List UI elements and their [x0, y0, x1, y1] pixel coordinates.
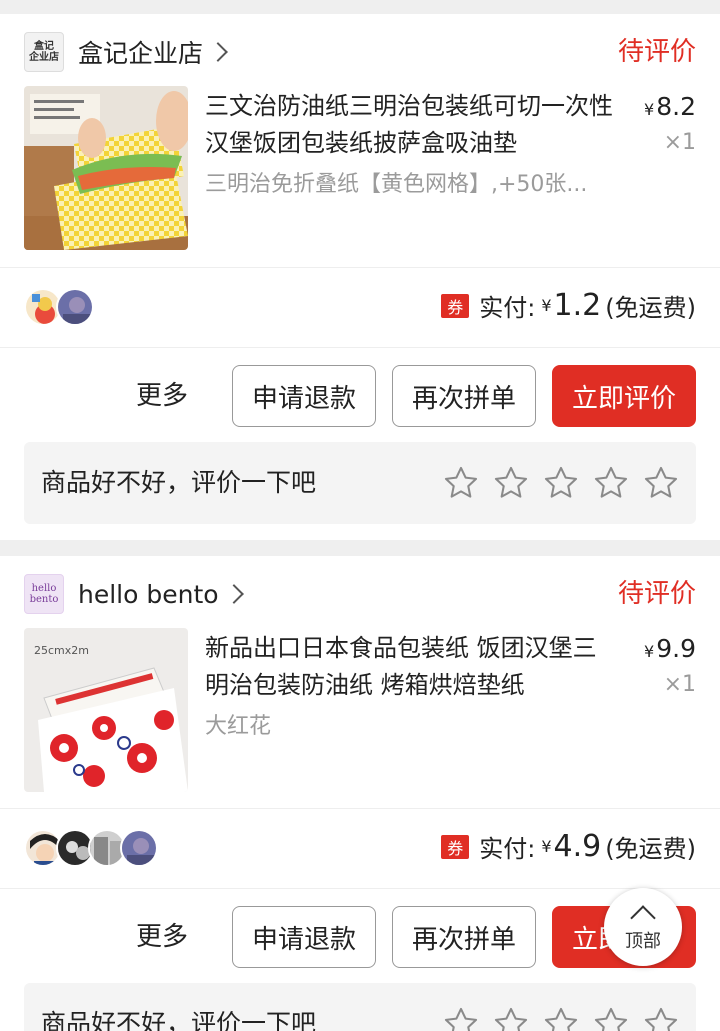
rating-prompt: 商品好不好，评价一下吧: [41, 1009, 317, 1031]
currency-symbol: ¥: [541, 296, 552, 315]
product-quantity: ×1: [663, 672, 696, 697]
divider: [0, 347, 720, 348]
divider: [0, 267, 720, 268]
shipping-note: (免运费): [605, 835, 696, 863]
star-rating[interactable]: [430, 464, 680, 502]
price-value: 9.9: [656, 634, 696, 663]
shop-name[interactable]: 盒记企业店: [78, 34, 203, 70]
divider: [0, 888, 720, 889]
star-outline-icon[interactable]: [592, 1005, 630, 1031]
currency-symbol: ¥: [644, 100, 655, 119]
star-outline-icon[interactable]: [592, 464, 630, 502]
product-title[interactable]: 三文治防油纸三明治包装纸可切一次性汉堡饭团包装纸披萨盒吸油垫: [205, 88, 615, 162]
rating-box: 商品好不好，评价一下吧: [24, 983, 696, 1031]
product-image[interactable]: [24, 86, 188, 250]
shop-logo-line: hello: [31, 583, 57, 594]
more-button[interactable]: 更多: [136, 906, 188, 968]
shipping-note: (免运费): [605, 294, 696, 322]
back-to-top-label: 顶部: [625, 931, 661, 952]
product-spec: 大红花: [205, 714, 272, 739]
star-outline-icon[interactable]: [542, 1005, 580, 1031]
shop-logo: hello bento: [24, 574, 64, 614]
shop-logo-line: bento: [29, 594, 59, 605]
star-outline-icon[interactable]: [642, 464, 680, 502]
group-avatars[interactable]: [24, 829, 158, 867]
star-outline-icon[interactable]: [492, 464, 530, 502]
currency-symbol: ¥: [541, 837, 552, 856]
chevron-right-icon: [208, 42, 228, 62]
divider: [0, 808, 720, 809]
coupon-icon: 券: [441, 834, 470, 859]
order-status: 待评价: [617, 37, 696, 67]
rating-box: 商品好不好，评价一下吧: [24, 442, 696, 524]
star-outline-icon[interactable]: [642, 1005, 680, 1031]
back-to-top-button[interactable]: 顶部: [604, 888, 682, 966]
payment-summary: 券 实付: ¥ 1.2 (免运费): [441, 288, 696, 323]
product-price: ¥8.2: [644, 92, 696, 121]
payment-amount: 1.2: [553, 288, 602, 323]
payment-label: 实付:: [479, 835, 536, 863]
order-status: 待评价: [617, 579, 696, 609]
regroup-button[interactable]: 再次拼单: [392, 365, 536, 427]
avatar: [120, 829, 158, 867]
chevron-right-icon: [223, 584, 244, 604]
group-avatars[interactable]: [24, 288, 94, 326]
price-value: 8.2: [656, 92, 696, 121]
product-image[interactable]: 25cmx2m: [24, 628, 188, 792]
order-card: 盒记 企业店 盒记企业店 待评价 三文治防油纸三明治包装纸可切一次性汉堡饭团包装…: [0, 14, 720, 540]
product-title[interactable]: 新品出口日本食品包装纸 饭团汉堡三明治包装防油纸 烤箱烘焙垫纸: [205, 630, 615, 704]
payment-label: 实付:: [479, 294, 536, 322]
star-outline-icon[interactable]: [542, 464, 580, 502]
avatar: [56, 288, 94, 326]
rating-prompt: 商品好不好，评价一下吧: [41, 468, 317, 497]
review-button[interactable]: 立即评价: [552, 365, 696, 427]
payment-amount: 4.9: [553, 829, 602, 864]
star-rating[interactable]: [430, 1005, 680, 1031]
currency-symbol: ¥: [644, 642, 655, 661]
order-actions: 更多 申请退款 再次拼单 立即评价: [0, 906, 696, 968]
more-button[interactable]: 更多: [136, 365, 188, 427]
shop-logo-line: 盒记: [34, 41, 54, 52]
shop-logo-line: 企业店: [29, 52, 59, 63]
order-list-page: 盒记 企业店 盒记企业店 待评价 三文治防油纸三明治包装纸可切一次性汉堡饭团包装…: [0, 0, 720, 1031]
shop-name[interactable]: hello bento: [78, 580, 219, 609]
regroup-button[interactable]: 再次拼单: [392, 906, 536, 968]
order-card: hello bento hello bento 待评价 25cmx2m 新品出口…: [0, 556, 720, 1031]
star-outline-icon[interactable]: [492, 1005, 530, 1031]
image-caption: 25cmx2m: [34, 644, 89, 657]
payment-summary: 券 实付: ¥ 4.9 (免运费): [441, 829, 696, 864]
refund-button[interactable]: 申请退款: [232, 906, 376, 968]
refund-button[interactable]: 申请退款: [232, 365, 376, 427]
product-spec: 三明治免折叠纸【黄色网格】,+50张...: [205, 172, 588, 197]
coupon-icon: 券: [441, 293, 470, 318]
product-price: ¥9.9: [644, 634, 696, 663]
order-actions: 更多 申请退款 再次拼单 立即评价: [0, 365, 696, 427]
product-quantity: ×1: [663, 130, 696, 155]
star-outline-icon[interactable]: [442, 1005, 480, 1031]
shop-header[interactable]: hello bento hello bento: [24, 574, 696, 614]
shop-logo: 盒记 企业店: [24, 32, 64, 72]
star-outline-icon[interactable]: [442, 464, 480, 502]
shop-header[interactable]: 盒记 企业店 盒记企业店: [24, 32, 696, 72]
